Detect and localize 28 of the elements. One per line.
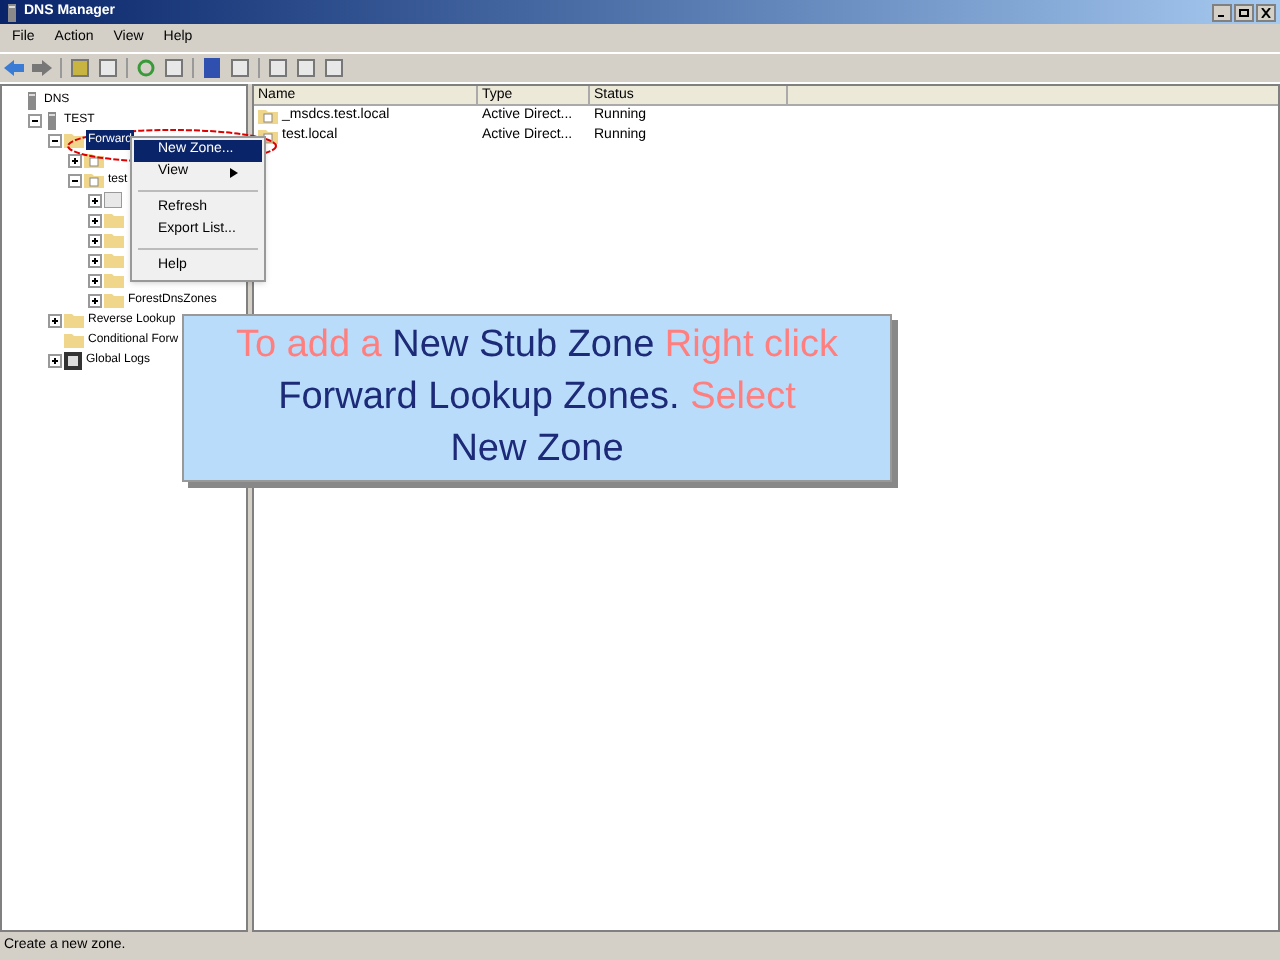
expand-icon[interactable] [48,353,62,367]
collapse-icon[interactable] [68,173,82,187]
zone-icon [84,172,104,188]
expand-icon[interactable] [88,193,102,207]
expand-icon[interactable] [88,273,102,287]
expand-icon[interactable] [88,253,102,267]
collapse-icon[interactable] [48,133,62,147]
maximize-icon[interactable] [1234,3,1254,21]
callout-text: New Stub Zone [392,324,655,366]
callout-text: Right click [664,324,838,366]
expand-icon[interactable] [88,233,102,247]
expand-icon[interactable] [48,313,62,327]
close-icon[interactable] [1256,3,1276,21]
submenu-arrow-icon [230,168,238,178]
log-icon [64,351,82,369]
expand-icon[interactable] [88,213,102,227]
callout-text: New Zone [450,428,624,470]
collapse-icon[interactable] [28,113,42,127]
minimize-icon[interactable] [1212,3,1232,21]
callout-text: To add a [235,324,382,366]
callout-text: Forward Lookup Zones. [278,376,680,418]
forward-icon[interactable] [32,58,52,78]
zone-icon [258,108,278,124]
expand-icon[interactable] [88,293,102,307]
expand-icon[interactable] [68,153,82,167]
callout-text: Select [690,376,796,418]
back-icon[interactable] [4,58,24,78]
record-icon [104,192,122,208]
